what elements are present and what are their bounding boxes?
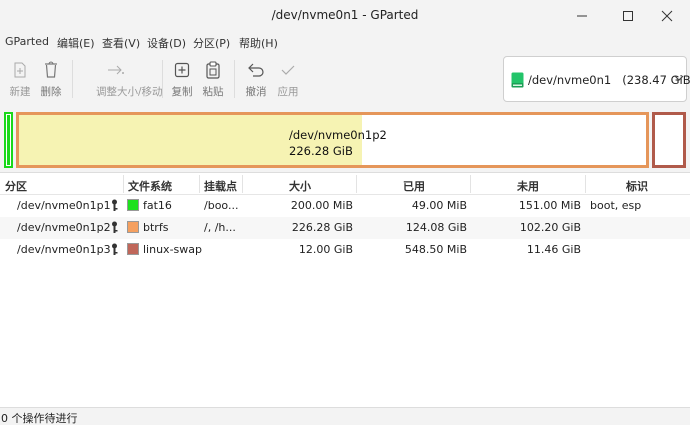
header-unused[interactable]: 未用 — [517, 178, 539, 194]
partition-name: /dev/nvme0n1p3 — [17, 243, 111, 256]
table-row[interactable]: /dev/nvme0n1p1 fat16 /boo... 200.00 MiB … — [0, 195, 690, 217]
unused: 151.00 MiB — [518, 199, 581, 212]
disk-icon — [511, 72, 524, 88]
partition-table: 分区 文件系统 挂载点 大小 已用 未用 标识 /dev/nvme0n1p1 f… — [0, 172, 690, 407]
column-divider — [199, 175, 200, 193]
column-divider — [356, 175, 357, 193]
key-icon — [112, 199, 118, 211]
fs-color-swatch — [127, 221, 139, 233]
partition-name: /dev/nvme0n1p2 — [17, 221, 111, 234]
header-size[interactable]: 大小 — [289, 178, 311, 194]
header-filesystem[interactable]: 文件系统 — [128, 178, 172, 194]
undo-icon — [248, 63, 264, 77]
filesystem: btrfs — [143, 221, 169, 234]
paste-label: 粘贴 — [202, 86, 224, 98]
disk-map-partition-p3[interactable] — [652, 112, 686, 168]
size: 226.28 GiB — [291, 221, 353, 234]
resize-move-label: 调整大小/移动 — [96, 86, 163, 98]
header-used[interactable]: 已用 — [403, 178, 425, 194]
menu-partition[interactable]: 分区(P) — [193, 35, 230, 51]
header-mountpoint[interactable]: 挂载点 — [204, 178, 237, 194]
apply-button[interactable]: 应用 — [268, 60, 308, 99]
filesystem: linux-swap — [143, 243, 202, 256]
table-row[interactable]: /dev/nvme0n1p2 btrfs /, /h... 226.28 GiB… — [0, 217, 690, 239]
close-button[interactable] — [644, 0, 690, 32]
column-divider — [470, 175, 471, 193]
paste-button[interactable]: 粘贴 — [193, 60, 233, 99]
disk-map: /dev/nvme0n1p2 226.28 GiB — [0, 108, 690, 170]
status-bar: 0 个操作待进行 — [0, 407, 690, 425]
disk-map-partition-p2[interactable]: /dev/nvme0n1p2 226.28 GiB — [16, 112, 649, 168]
column-divider — [585, 175, 586, 193]
device-selector[interactable]: /dev/nvme0n1 (238.47 GiB) — [503, 56, 690, 102]
status-text: 0 个操作待进行 — [1, 412, 78, 425]
checkmark-icon — [281, 65, 295, 75]
toolbar-separator — [72, 60, 73, 98]
partition-name: /dev/nvme0n1p1 — [17, 199, 111, 212]
menu-help[interactable]: 帮助(H) — [239, 35, 278, 51]
delete-button[interactable]: 删除 — [31, 60, 71, 99]
mount-point: /boo... — [204, 199, 239, 212]
table-row[interactable]: /dev/nvme0n1p3 linux-swap 12.00 GiB 548.… — [0, 239, 690, 261]
mount-point: /, /h... — [204, 221, 236, 234]
flags: boot, esp — [590, 199, 642, 212]
disk-map-partition-name: /dev/nvme0n1p2 — [289, 128, 387, 142]
trash-icon — [45, 61, 57, 78]
filesystem: fat16 — [143, 199, 172, 212]
key-icon — [112, 221, 118, 233]
minimize-button[interactable] — [559, 0, 605, 32]
header-flags[interactable]: 标识 — [626, 178, 648, 194]
menu-device[interactable]: 设备(D) — [147, 35, 186, 51]
key-icon — [112, 243, 118, 255]
title-bar: /dev/nvme0n1 - GParted — [0, 0, 690, 32]
delete-label: 删除 — [40, 86, 62, 98]
fs-color-swatch — [127, 243, 139, 255]
used: 548.50 MiB — [404, 243, 467, 256]
table-header: 分区 文件系统 挂载点 大小 已用 未用 标识 — [0, 173, 690, 195]
new-partition-icon — [14, 62, 26, 78]
menu-edit[interactable]: 编辑(E) — [57, 35, 95, 51]
menu-bar: GParted 编辑(E) 查看(V) 设备(D) 分区(P) 帮助(H) — [0, 32, 690, 52]
column-divider — [242, 175, 243, 193]
size: 12.00 GiB — [298, 243, 353, 256]
menu-view[interactable]: 查看(V) — [102, 35, 140, 51]
resize-arrow-icon — [108, 65, 124, 75]
used: 124.08 GiB — [405, 221, 467, 234]
chevron-down-icon — [674, 75, 684, 81]
unused: 102.20 GiB — [519, 221, 581, 234]
maximize-icon — [623, 11, 633, 21]
copy-icon — [174, 62, 190, 78]
fs-color-swatch — [127, 199, 139, 211]
menu-gparted[interactable]: GParted — [5, 35, 49, 48]
used: 49.00 MiB — [411, 199, 467, 212]
paste-icon — [206, 61, 220, 79]
column-divider — [123, 175, 124, 193]
size: 200.00 MiB — [290, 199, 353, 212]
close-icon — [661, 10, 673, 22]
resize-move-button[interactable]: 调整大小/移动 — [96, 60, 163, 99]
disk-map-partition-size: 226.28 GiB — [289, 144, 353, 158]
apply-label: 应用 — [277, 86, 299, 98]
unused: 11.46 GiB — [526, 243, 581, 256]
minimize-icon — [577, 15, 587, 17]
toolbar-separator — [234, 60, 235, 98]
header-partition[interactable]: 分区 — [5, 178, 27, 194]
disk-map-partition-p1[interactable] — [4, 112, 13, 168]
device-selector-text: /dev/nvme0n1 (238.47 GiB) — [528, 73, 690, 87]
